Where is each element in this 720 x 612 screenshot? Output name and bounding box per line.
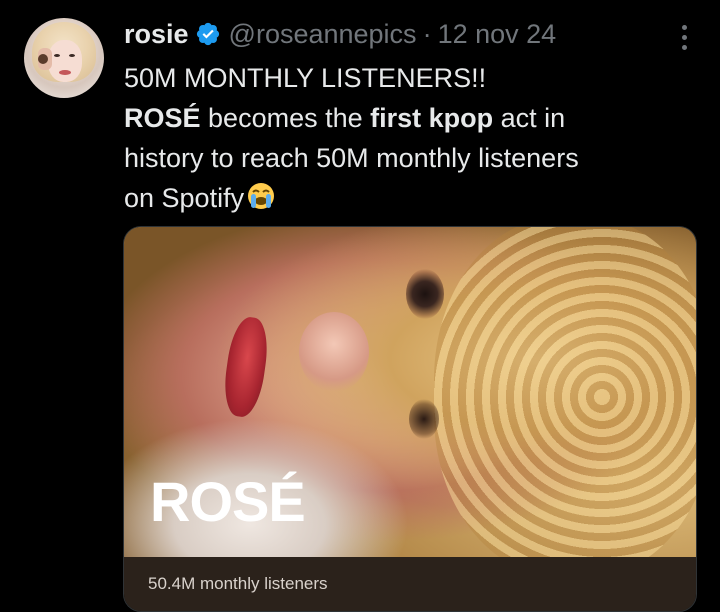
author-name[interactable]: rosie bbox=[124, 19, 189, 50]
avatar-lips bbox=[59, 70, 71, 75]
listeners-caption-bar: 50.4M monthly listeners bbox=[124, 557, 696, 611]
photo-hair bbox=[434, 227, 696, 577]
tweet-text: 50M MONTHLY LISTENERS!! ROSÉ becomes the… bbox=[124, 58, 694, 222]
verified-badge-icon[interactable] bbox=[195, 21, 221, 47]
tweet-text-line: history to reach 50M monthly listeners bbox=[124, 143, 579, 173]
dot bbox=[681, 24, 687, 30]
media-card[interactable]: ROSÉ 50.4M monthly listeners bbox=[123, 226, 697, 612]
tweet-header: rosie @roseannepics · 12 nov 24 bbox=[124, 18, 556, 50]
photo-lips bbox=[220, 314, 272, 420]
avatar-eye bbox=[69, 54, 75, 57]
text-span: becomes the bbox=[200, 103, 371, 133]
tweet-text-line: ROSÉ becomes the first kpop act in bbox=[124, 98, 694, 138]
photo-nose bbox=[299, 312, 369, 392]
tweet-text-line: on Spotify bbox=[124, 178, 694, 222]
monthly-listeners-text: 50.4M monthly listeners bbox=[148, 574, 328, 593]
dot bbox=[681, 34, 687, 40]
photo-eye bbox=[406, 269, 444, 319]
bold-text: first kpop bbox=[370, 103, 494, 133]
text-span: on Spotify bbox=[124, 183, 245, 213]
author-avatar[interactable] bbox=[24, 18, 104, 98]
text-span: act in bbox=[493, 103, 566, 133]
loudly-crying-face-icon bbox=[246, 181, 276, 222]
avatar-eye bbox=[54, 54, 60, 57]
bold-text: ROSÉ bbox=[124, 103, 201, 133]
more-options-icon[interactable] bbox=[674, 22, 694, 52]
tweet-text-line: 50M MONTHLY LISTENERS!! bbox=[124, 63, 487, 93]
artist-photo[interactable]: ROSÉ bbox=[124, 227, 696, 577]
dot bbox=[681, 44, 687, 50]
photo-eye bbox=[409, 399, 439, 439]
tweet-date[interactable]: 12 nov 24 bbox=[438, 19, 557, 50]
avatar-face bbox=[48, 40, 82, 82]
author-handle[interactable]: @roseannepics bbox=[229, 19, 417, 50]
avatar-ring bbox=[38, 54, 48, 64]
artist-title: ROSÉ bbox=[150, 470, 306, 533]
separator-dot: · bbox=[422, 18, 432, 49]
